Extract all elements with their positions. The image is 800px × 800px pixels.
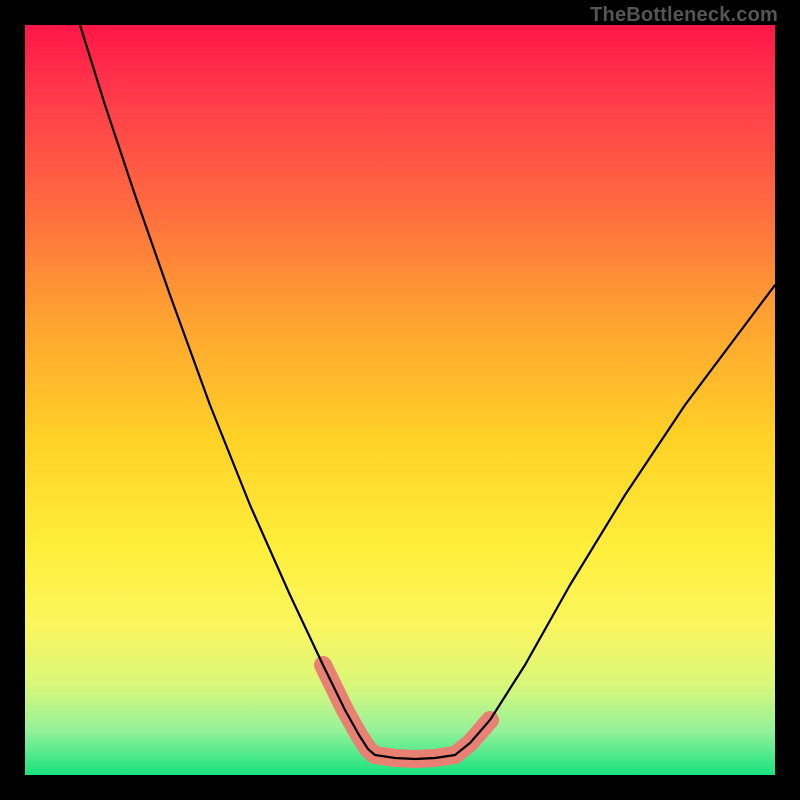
main-curve bbox=[80, 25, 775, 759]
chart-svg bbox=[25, 25, 775, 775]
pink-highlight-group bbox=[323, 665, 490, 759]
outer-black-frame: TheBottleneck.com bbox=[0, 0, 800, 800]
watermark-label: TheBottleneck.com bbox=[590, 4, 778, 27]
gradient-plot-area bbox=[25, 25, 775, 775]
